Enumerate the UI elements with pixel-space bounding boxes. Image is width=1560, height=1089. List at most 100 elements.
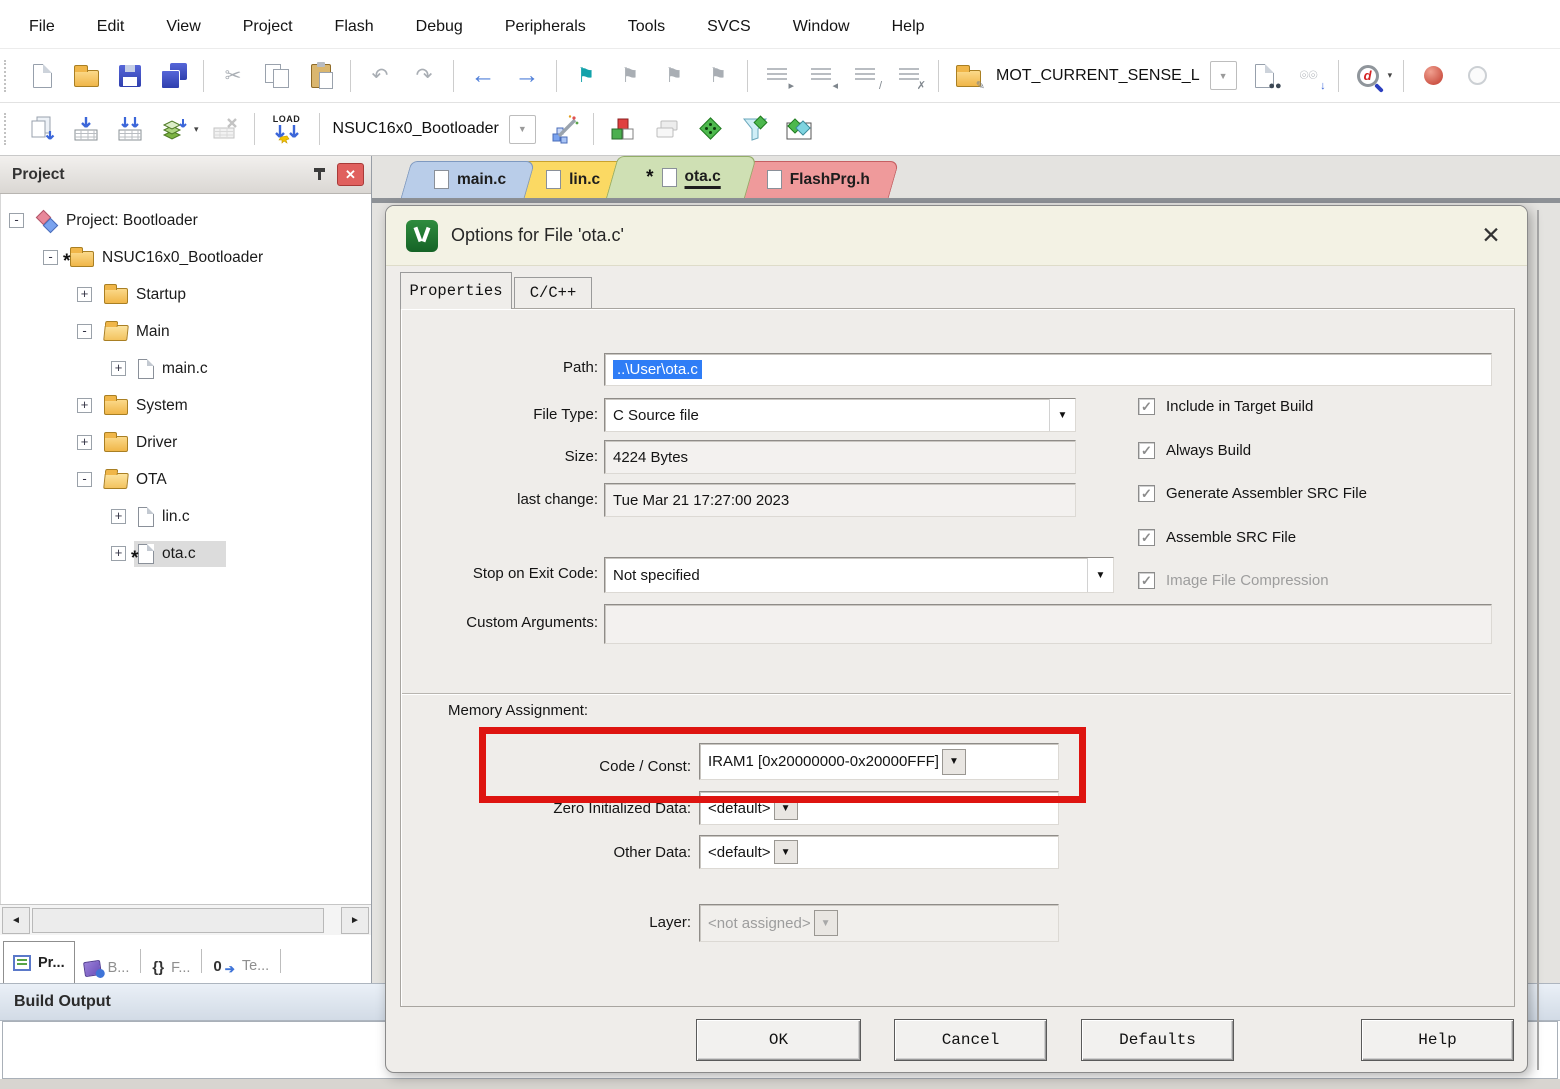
save-icon[interactable] [113,59,147,93]
menu-svcs[interactable]: SVCS [686,13,772,41]
cancel-button[interactable]: Cancel [894,1019,1047,1061]
target-select-combobox[interactable]: NSUC16x0_Bootloader ▼ [333,115,536,144]
toolbar-drag-handle[interactable] [4,60,12,92]
download-flash-icon[interactable]: LOAD [266,115,308,144]
tree-item-lin-c[interactable]: +lin.c [1,498,371,535]
cut-icon[interactable]: ✂ [216,59,250,93]
pack-installer-icon[interactable] [738,112,772,146]
tree-item-main-c[interactable]: +main.c [1,350,371,387]
dropdown-arrow-icon[interactable]: ▼ [1087,558,1113,592]
tree-item-ota[interactable]: -OTA [1,461,371,498]
expand-icon[interactable]: + [111,509,126,524]
chevron-down-icon[interactable]: ▾ [194,124,199,135]
code-const-combobox[interactable]: IRAM1 [0x20000000-0x20000FFF] ▼ [699,743,1059,780]
checkbox-generate-assembler-src-file[interactable]: ✓Generate Assembler SRC File [1138,485,1367,502]
dropdown-arrow-icon[interactable]: ▼ [942,749,966,775]
next-bookmark-icon[interactable]: ⚑ [613,59,647,93]
scroll-left-icon[interactable]: ◄ [2,907,30,934]
chevron-down-icon[interactable]: ▼ [1210,61,1237,90]
tree-item-startup[interactable]: +Startup [1,276,371,313]
toolbar-drag-handle[interactable] [4,113,12,145]
tree-item-system[interactable]: +System [1,387,371,424]
tree-item-driver[interactable]: +Driver [1,424,371,461]
save-all-icon[interactable] [157,59,191,93]
editor-tab-ota-c[interactable]: *ota.c [612,156,751,198]
insert-bookmark-icon[interactable]: ⚑ [569,59,603,93]
redo-icon[interactable]: ↷ [407,59,441,93]
search-target-combobox[interactable]: MOT_CURRENT_SENSE_L ▼ [996,61,1237,90]
close-icon[interactable]: ✕ [1475,220,1507,252]
menu-debug[interactable]: Debug [395,13,484,41]
tab-c-cpp[interactable]: C/C++ [514,277,592,308]
menu-window[interactable]: Window [772,13,871,41]
indent-left-icon[interactable]: ◂ [804,59,838,93]
paste-icon[interactable] [304,59,338,93]
checkbox-icon[interactable]: ✓ [1138,529,1155,546]
clear-bookmarks-icon[interactable]: ⚑ [701,59,735,93]
pin-icon[interactable] [312,166,327,183]
translate-file-icon[interactable] [25,112,59,146]
select-packs-icon[interactable] [782,112,816,146]
ok-button[interactable]: OK [696,1019,861,1061]
previous-bookmark-icon[interactable]: ⚑ [657,59,691,93]
copy-icon[interactable] [260,59,294,93]
checkbox-icon[interactable]: ✓ [1138,442,1155,459]
dialog-title-bar[interactable]: Options for File 'ota.c' ✕ [386,206,1527,266]
checkbox-include-in-target-build[interactable]: ✓Include in Target Build [1138,398,1313,415]
stop-on-exit-combobox[interactable]: Not specified ▼ [604,557,1114,593]
undo-icon[interactable]: ↶ [363,59,397,93]
tree-item-nsuc16x0-bootloader[interactable]: -*NSUC16x0_Bootloader [1,239,371,276]
chevron-down-icon[interactable]: ▾ [1388,70,1393,81]
navigate-forward-icon[interactable]: → [510,59,544,93]
checkbox-assemble-src-file[interactable]: ✓Assemble SRC File [1138,529,1296,546]
horizontal-scrollbar[interactable]: ◄ ► [0,904,371,935]
breakpoint-icon[interactable] [1416,59,1450,93]
dropdown-arrow-icon[interactable]: ▼ [774,796,798,820]
panel-tab-b[interactable]: B... [75,953,139,983]
options-for-target-icon[interactable] [547,112,581,146]
checkbox-icon[interactable]: ✓ [1138,485,1155,502]
rebuild-icon[interactable] [113,112,147,146]
uncomment-selection-icon[interactable]: ✗ [892,59,926,93]
expand-icon[interactable]: + [77,435,92,450]
open-file-icon[interactable] [69,59,103,93]
close-icon[interactable]: ✕ [337,163,364,186]
tree-item-project-bootloader[interactable]: -Project: Bootloader [1,202,371,239]
build-icon[interactable] [69,112,103,146]
batch-build-icon[interactable] [157,112,191,146]
collapse-icon[interactable]: - [9,213,24,228]
custom-arguments-field[interactable] [604,604,1492,644]
stop-build-icon[interactable] [208,112,242,146]
editor-tab-main-c[interactable]: main.c [406,161,530,198]
find-in-document-icon[interactable]: ●● [1248,59,1282,93]
panel-tab-f[interactable]: {}F... [143,952,199,983]
navigate-back-icon[interactable]: ← [466,59,500,93]
editor-scrollbar[interactable] [1537,210,1539,1070]
dropdown-arrow-icon[interactable]: ▼ [1049,399,1075,431]
menu-view[interactable]: View [145,13,221,41]
menu-file[interactable]: File [8,13,76,41]
disabled-breakpoint-icon[interactable] [1460,59,1494,93]
panel-tab-pr[interactable]: Pr... [3,941,75,983]
menu-tools[interactable]: Tools [607,13,686,41]
defaults-button[interactable]: Defaults [1081,1019,1234,1061]
menu-flash[interactable]: Flash [314,13,395,41]
indent-right-icon[interactable]: ▸ [760,59,794,93]
manage-layers-icon[interactable] [650,112,684,146]
expand-icon[interactable]: + [77,287,92,302]
collapse-icon[interactable]: - [77,472,92,487]
incremental-find-icon[interactable]: ⌾⌾↓ [1292,59,1326,93]
checkbox-icon[interactable]: ✓ [1138,398,1155,415]
collapse-icon[interactable]: - [77,324,92,339]
menu-peripherals[interactable]: Peripherals [484,13,607,41]
file-type-combobox[interactable]: C Source file ▼ [604,398,1076,432]
checkbox-always-build[interactable]: ✓Always Build [1138,442,1251,459]
menu-edit[interactable]: Edit [76,13,146,41]
tab-properties[interactable]: Properties [400,272,512,309]
software-packs-icon[interactable] [694,112,728,146]
collapse-icon[interactable]: - [43,250,58,265]
find-in-files-icon[interactable]: ✎ [951,59,985,93]
tree-item-main[interactable]: -Main [1,313,371,350]
comment-selection-icon[interactable]: / [848,59,882,93]
panel-tab-te[interactable]: 0➔Te... [204,949,278,983]
